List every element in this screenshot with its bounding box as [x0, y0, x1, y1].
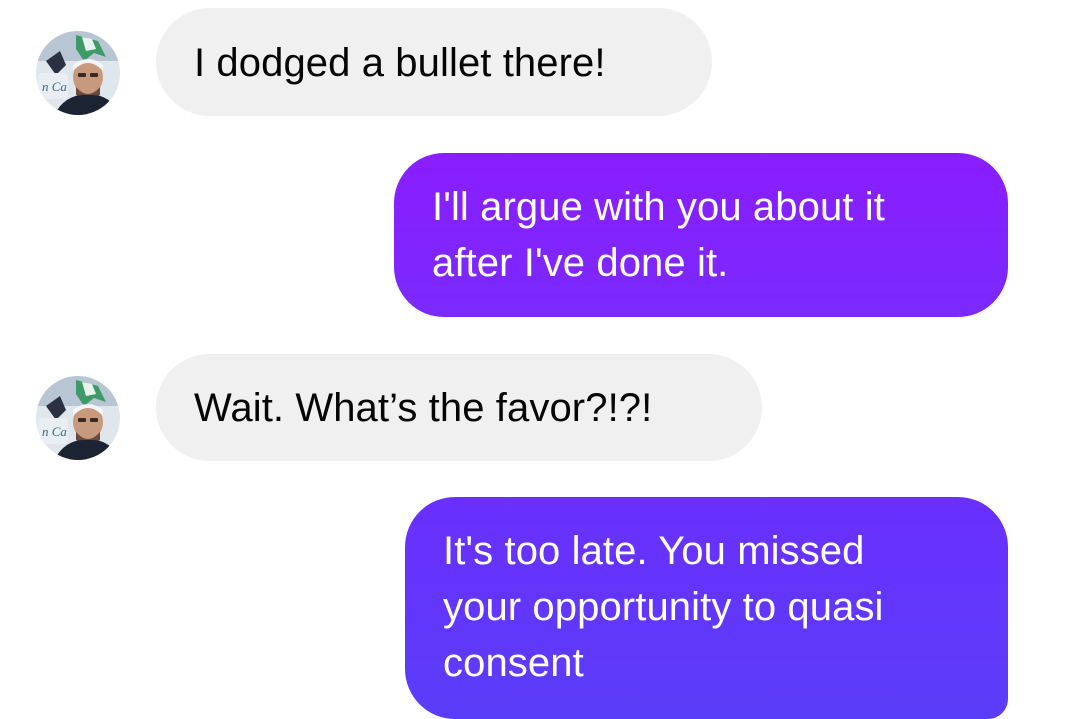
outgoing-message-bubble[interactable]: It's too late. You missed your opportuni… — [405, 497, 1008, 719]
message-thread: n Ca I dodged a bullet there! I'll argue… — [0, 0, 1079, 719]
contact-photo-icon: n Ca — [36, 376, 120, 460]
incoming-message-bubble[interactable]: I dodged a bullet there! — [156, 8, 712, 116]
svg-text:n Ca: n Ca — [42, 79, 67, 94]
contact-avatar[interactable]: n Ca — [36, 31, 120, 115]
contact-avatar[interactable]: n Ca — [36, 376, 120, 460]
svg-text:n Ca: n Ca — [42, 424, 67, 439]
contact-photo-icon: n Ca — [36, 31, 120, 115]
outgoing-message-bubble[interactable]: I'll argue with you about it after I've … — [394, 153, 1008, 317]
incoming-message-bubble[interactable]: Wait. What’s the favor?!?! — [156, 354, 762, 461]
